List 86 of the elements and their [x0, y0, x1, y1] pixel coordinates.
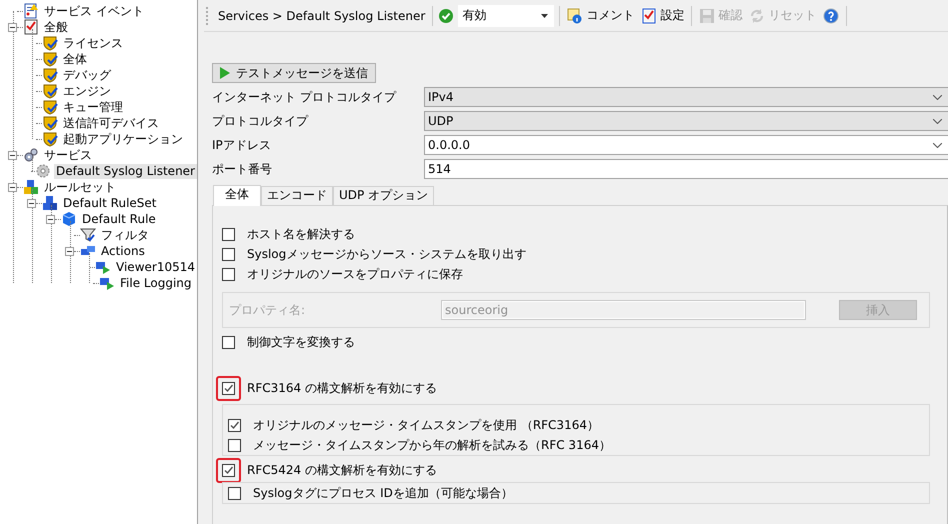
checkbox[interactable] [222, 382, 235, 394]
collapse-icon[interactable] [8, 22, 17, 32]
refresh-icon [749, 8, 766, 24]
checkbox[interactable] [222, 336, 235, 348]
collapse-icon[interactable] [8, 150, 17, 160]
tree-item[interactable]: デバッグ [61, 68, 113, 82]
tree-item[interactable]: ライセンス [61, 36, 125, 50]
field-label: ポート番号 [212, 161, 273, 178]
tree-item[interactable]: Default Rule [80, 212, 158, 226]
field-label: インターネット プロトコルタイプ [212, 89, 398, 106]
tree-item[interactable]: Default RuleSet [61, 196, 158, 210]
checkbox-label: Syslogタグにプロセス IDを追加（可能な場合） [253, 484, 513, 502]
tree-item[interactable]: ルールセット [42, 180, 118, 194]
collapse-icon[interactable] [8, 182, 17, 192]
field-label: プロトコルタイプ [212, 113, 310, 130]
monitor-play-icon [99, 275, 115, 291]
tree-item[interactable]: File Logging [118, 276, 194, 290]
tree-item[interactable]: 全体 [61, 52, 89, 66]
checkbox-label: オリジナルのメッセージ・タイムスタンプを使用 （RFC3164） [253, 416, 599, 434]
checkbox-label: Syslogメッセージからソース・システムを取り出す [247, 246, 526, 262]
input-field[interactable]: 514 [424, 159, 948, 179]
monitor-play-icon [95, 259, 112, 275]
cube-icon [61, 211, 77, 227]
checkbox[interactable] [228, 438, 241, 452]
gears-icon [23, 147, 39, 163]
tab[interactable]: エンコード [261, 186, 333, 205]
chevron-down-icon [933, 118, 942, 124]
property-name-label: プロパティ名: [229, 302, 306, 318]
note-info-icon [567, 8, 584, 24]
dropdown[interactable]: 0.0.0.0 [424, 135, 948, 155]
shield-check-icon [42, 35, 58, 51]
shield-check-icon [42, 51, 58, 67]
shield-check-icon [42, 115, 58, 131]
cubes-icon [42, 195, 58, 211]
comment-button[interactable]: コメント [565, 7, 636, 24]
play-icon [220, 67, 230, 79]
status-dropdown[interactable]: 有効 [458, 4, 554, 26]
checkbox[interactable] [222, 464, 235, 476]
chevron-down-icon [933, 142, 942, 148]
checkbox[interactable] [222, 248, 235, 260]
checklist-icon [23, 19, 39, 35]
dropdown-arrow-icon [541, 14, 548, 18]
tab[interactable]: 全体 [213, 185, 261, 206]
tree-item[interactable]: 起動アプリケーション [61, 132, 185, 146]
cubes-icon [23, 179, 39, 195]
tree-item[interactable]: キュー管理 [61, 100, 125, 114]
tree-item[interactable]: Actions [99, 244, 147, 258]
tree-item[interactable]: Viewer10514 [114, 260, 197, 274]
checkbox[interactable] [228, 418, 241, 432]
event-log-icon [23, 3, 39, 19]
checkbox-label: RFC5424 の構文解析を有効にする [247, 462, 437, 478]
checkbox[interactable] [222, 268, 235, 280]
checkbox-label: RFC3164 の構文解析を有効にする [247, 380, 437, 396]
tree-item[interactable]: 全般 [42, 20, 70, 34]
chevron-down-icon [933, 94, 942, 100]
checkbox[interactable] [222, 228, 235, 240]
shield-check-icon [42, 131, 58, 147]
shield-check-icon [42, 67, 58, 83]
collapse-icon[interactable] [46, 214, 55, 224]
checkbox[interactable] [228, 486, 241, 500]
save-icon [699, 8, 716, 24]
checkbox-label: ホスト名を解決する [247, 226, 355, 242]
tree-item[interactable]: エンジン [61, 84, 113, 98]
check-circle-icon [438, 8, 454, 24]
tree-item[interactable]: サービス イベント [42, 4, 146, 18]
field-label: IPアドレス [212, 137, 272, 154]
help-icon [823, 8, 840, 24]
tree-item[interactable]: Default Syslog Listener [54, 164, 197, 178]
collapse-icon[interactable] [65, 246, 74, 256]
tree-item[interactable]: サービス [42, 148, 94, 162]
collapse-icon[interactable] [27, 198, 36, 208]
checkbox-label: 制御文字を変換する [247, 334, 355, 350]
tree-item[interactable]: フィルタ [99, 228, 151, 242]
tab[interactable]: UDP オプション [333, 186, 434, 205]
checklist-icon [641, 8, 658, 24]
funnel-icon [80, 227, 96, 243]
send-test-message-button[interactable]: テストメッセージを送信 [212, 63, 376, 83]
shield-check-icon [42, 99, 58, 115]
breadcrumb: Services > Default Syslog Listener [217, 8, 426, 22]
checkbox-label: オリジナルのソースをプロパティに保存 [247, 266, 463, 282]
shield-check-icon [42, 83, 58, 99]
tree-item[interactable]: 送信許可デバイス [61, 116, 161, 130]
settings-button[interactable]: 設定 [639, 7, 686, 24]
gear-icon [34, 163, 51, 179]
checkbox-label: メッセージ・タイムスタンプから年の解析を試みる（RFC 3164） [253, 436, 611, 454]
help-button[interactable] [821, 8, 842, 24]
